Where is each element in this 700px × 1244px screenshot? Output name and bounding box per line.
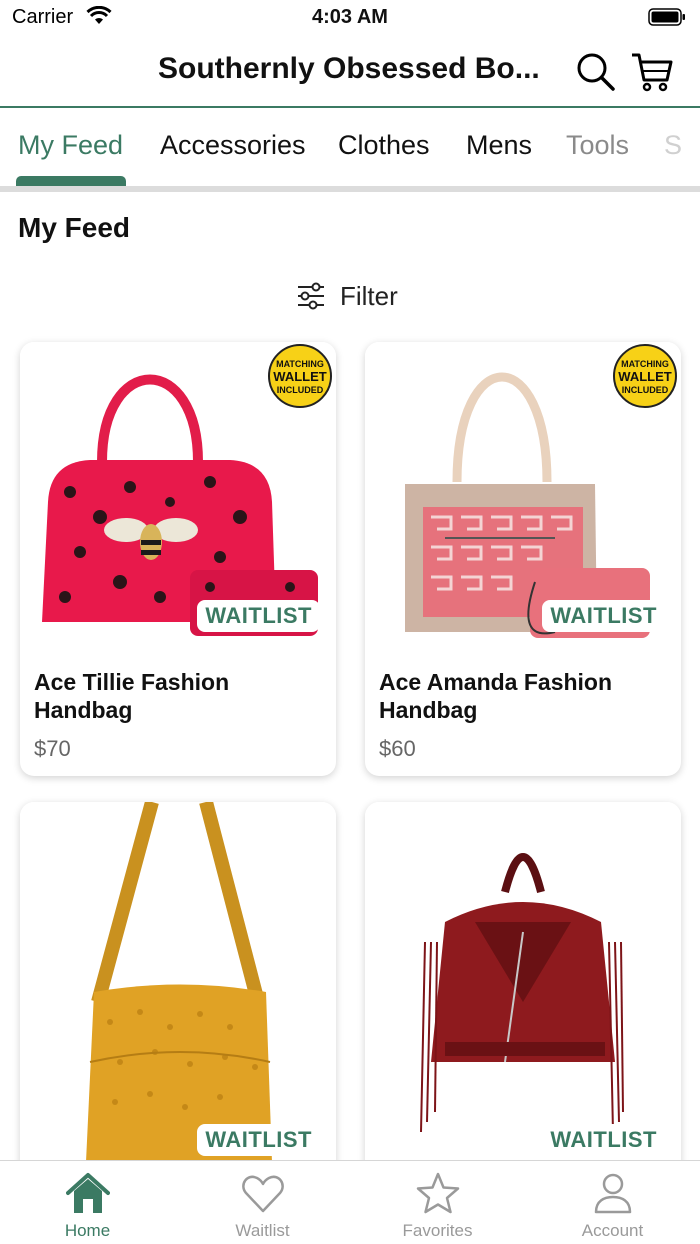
promo-line-3: INCLUDED [277,385,324,395]
app-header: Southernly Obsessed Bo... [0,36,700,108]
bottom-nav: Home Waitlist Favorites Account [0,1160,700,1244]
promo-line-1: MATCHING [276,359,324,369]
search-icon[interactable] [574,50,618,94]
tab-s[interactable]: S [664,130,682,161]
product-card[interactable]: MATCHING WALLET INCLUDED WAITLIST Ace Am… [365,342,681,776]
filter-button[interactable]: Filter [296,278,398,314]
nav-waitlist[interactable]: Waitlist [175,1161,350,1244]
tab-accessories[interactable]: Accessories [160,130,306,161]
active-tab-indicator [16,176,126,186]
waitlist-badge: WAITLIST [197,1124,320,1156]
matching-wallet-badge: MATCHING WALLET INCLUDED [613,344,677,408]
promo-line-1: MATCHING [621,359,669,369]
waitlist-badge: WAITLIST [197,600,320,632]
sliders-icon [298,282,324,310]
person-icon [594,1173,632,1214]
battery-icon [648,8,685,26]
nav-label: Waitlist [235,1221,290,1240]
promo-line-2: WALLET [618,369,671,384]
nav-label: Favorites [402,1221,473,1240]
store-title: Southernly Obsessed Bo... [158,52,540,85]
nav-label: Account [581,1221,644,1240]
product-image [365,802,681,1162]
heart-icon [242,1175,284,1213]
product-name: Ace Tillie Fashion Handbag [34,669,230,723]
status-time: 4:03 AM [312,6,388,28]
star-icon [416,1172,460,1214]
nav-account[interactable]: Account [525,1161,700,1244]
matching-wallet-badge: MATCHING WALLET INCLUDED [268,344,332,408]
nav-home[interactable]: Home [0,1161,175,1244]
filter-label: Filter [340,280,398,311]
tab-tools[interactable]: Tools [566,130,629,161]
product-price: $70 [34,736,71,761]
tab-mens[interactable]: Mens [466,130,532,161]
promo-line-2: WALLET [273,369,326,384]
waitlist-badge: WAITLIST [542,600,665,632]
product-card[interactable]: WAITLIST [20,802,336,1222]
product-name: Ace Amanda Fashion Handbag [379,669,613,723]
tab-divider [0,186,700,192]
product-card[interactable]: WAITLIST [365,802,681,1222]
cart-icon[interactable] [630,50,674,94]
waitlist-badge: WAITLIST [542,1124,665,1156]
product-image [20,802,336,1162]
promo-line-3: INCLUDED [622,385,669,395]
product-price: $60 [379,736,416,761]
tab-clothes[interactable]: Clothes [338,130,430,161]
nav-favorites[interactable]: Favorites [350,1161,525,1244]
home-icon [66,1173,110,1213]
nav-label: Home [64,1221,111,1240]
product-card[interactable]: MATCHING WALLET INCLUDED WAITLIST Ace Ti… [20,342,336,776]
status-bar: Carrier 4:03 AM [0,0,700,36]
tab-my-feed[interactable]: My Feed [18,130,123,161]
section-title: My Feed [18,212,131,243]
category-tabs: My Feed Accessories Clothes Mens Tools S [0,110,700,188]
